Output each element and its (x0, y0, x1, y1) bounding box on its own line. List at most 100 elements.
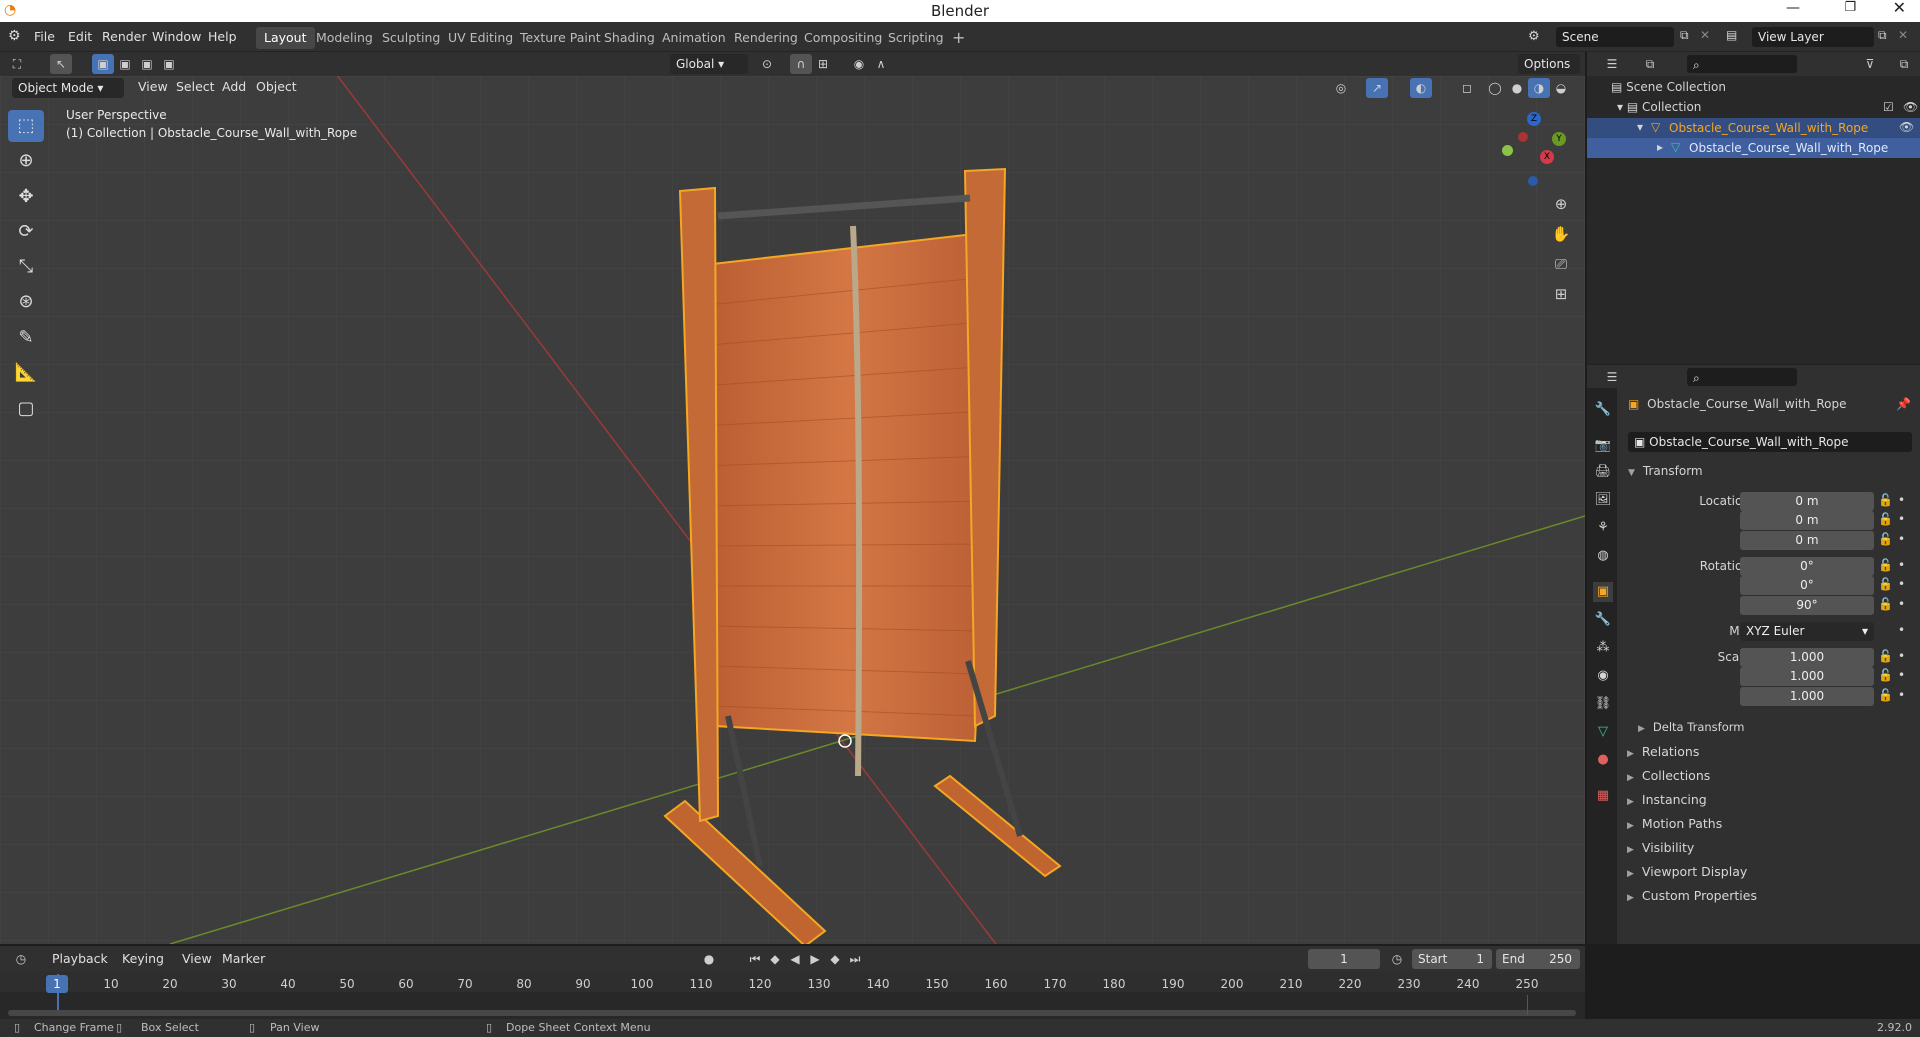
x-axis-handle[interactable]: X (1540, 150, 1554, 164)
tool-tab-icon[interactable]: 🔧 (1593, 400, 1613, 420)
select-box-tool-icon[interactable]: ⬚ (8, 110, 44, 142)
scene-selector[interactable]: Scene (1556, 27, 1674, 47)
camera-icon[interactable]: ⎚ (1550, 254, 1572, 274)
expand-arrow-icon[interactable]: ▸ (1657, 140, 1663, 154)
jump-end-icon[interactable]: ⏭ (844, 949, 866, 969)
panel-collections[interactable]: ▶ Collections (1627, 768, 1710, 783)
location-y-field[interactable]: 0 m (1740, 511, 1874, 530)
keyframe-dot-icon[interactable]: • (1898, 668, 1905, 682)
tab-sculpting[interactable]: Sculpting (374, 27, 448, 49)
rotation-y-field[interactable]: 0° (1740, 576, 1874, 595)
tab-compositing[interactable]: Compositing (796, 27, 890, 49)
object-name-field[interactable]: ▣ Obstacle_Course_Wall_with_Rope (1628, 432, 1912, 452)
play-icon[interactable]: ▶ (804, 949, 826, 969)
world-tab-icon[interactable]: ◍ (1593, 546, 1613, 566)
gizmo-toggle-icon[interactable]: ↗ (1366, 78, 1388, 98)
timeline-menu-keying[interactable]: Keying (116, 946, 170, 972)
panel-relations[interactable]: ▶ Relations (1627, 744, 1699, 759)
menu-help[interactable]: Help (202, 22, 243, 52)
object-eye-icon[interactable]: 👁 (1899, 120, 1914, 134)
scale-x-field[interactable]: 1.000 (1740, 648, 1874, 667)
render-tab-icon[interactable]: 📷 (1593, 436, 1613, 456)
tab-scripting[interactable]: Scripting (880, 27, 952, 49)
z-axis-handle[interactable]: Z (1527, 112, 1541, 126)
xray-icon[interactable]: ◻ (1456, 78, 1478, 98)
viewport-menu-view[interactable]: View (132, 76, 174, 98)
add-cube-tool-icon[interactable]: ▢ (8, 393, 44, 425)
select-tool-icon[interactable]: ↖ (50, 54, 72, 74)
panel-instancing[interactable]: ▶ Instancing (1627, 792, 1707, 807)
tab-uv-editing[interactable]: UV Editing (440, 27, 521, 49)
lock-icon[interactable]: 🔓 (1878, 649, 1893, 663)
neg-x-handle[interactable] (1518, 132, 1528, 142)
end-frame-field[interactable]: End 250 (1496, 949, 1580, 969)
keyframe-dot-icon[interactable]: • (1898, 532, 1905, 546)
lock-icon[interactable]: 🔓 (1878, 532, 1893, 546)
next-keyframe-icon[interactable]: ◆ (824, 949, 846, 969)
rotate-tool-icon[interactable]: ⟳ (8, 216, 44, 248)
tab-texture-paint[interactable]: Texture Paint (512, 27, 609, 49)
neg-y-handle[interactable] (1502, 145, 1513, 156)
panel-viewport-display[interactable]: ▶ Viewport Display (1627, 864, 1747, 879)
keyframe-dot-icon[interactable]: • (1898, 577, 1905, 591)
current-frame-field[interactable]: 1 (1308, 949, 1380, 969)
overlay-toggle-icon[interactable]: ◐ (1410, 78, 1432, 98)
lock-icon[interactable]: 🔓 (1878, 512, 1893, 526)
constraints-tab-icon[interactable]: ⛓ (1593, 694, 1613, 714)
keyframe-dot-icon[interactable]: • (1898, 688, 1905, 702)
panel-motion-paths[interactable]: ▶ Motion Paths (1627, 816, 1722, 831)
location-z-field[interactable]: 0 m (1740, 531, 1874, 550)
blender-menu-icon[interactable]: ⚙ (8, 28, 21, 44)
viewport-menu-add[interactable]: Add (216, 76, 252, 98)
menu-window[interactable]: Window (146, 22, 207, 52)
timeline-menu-view[interactable]: View (176, 946, 218, 972)
viewport-menu-object[interactable]: Object (250, 76, 303, 98)
snap-target-icon[interactable]: ⊞ (812, 54, 834, 74)
properties-search-input[interactable]: ⌕ (1687, 368, 1797, 386)
menu-file[interactable]: File (28, 22, 61, 52)
outliner-editor-icon[interactable]: ☰ (1601, 54, 1623, 74)
outliner-row-object[interactable]: ▾ ▽ Obstacle_Course_Wall_with_Rope 👁 (1587, 118, 1920, 138)
transform-panel-header[interactable]: ▼ Transform (1628, 464, 1703, 478)
wireframe-shading-icon[interactable]: ◯ (1484, 78, 1506, 98)
outliner-row-scene-collection[interactable]: ▤ Scene Collection (1611, 80, 1726, 94)
scene-icon[interactable]: ⚙ (1528, 29, 1540, 44)
viewport-menu-select[interactable]: Select (170, 76, 221, 98)
material-shading-icon[interactable]: ◑ (1528, 78, 1550, 98)
transform-tool-icon[interactable]: ⊛ (8, 286, 44, 318)
timeline-editor-icon[interactable]: ◷ (10, 949, 32, 969)
ortho-grid-icon[interactable]: ⊞ (1550, 284, 1572, 304)
exclude-checkbox[interactable]: ☑ (1883, 100, 1894, 114)
timeline-menu-playback[interactable]: Playback (46, 946, 114, 972)
lock-icon[interactable]: 🔓 (1878, 493, 1893, 507)
rotation-x-field[interactable]: 0° (1740, 557, 1874, 576)
minimize-icon[interactable]: — (1786, 0, 1800, 16)
pivot-icon[interactable]: ⊙ (756, 54, 778, 74)
navigation-gizmo[interactable]: Z Y X (1500, 112, 1576, 188)
close-icon[interactable]: ✕ (1893, 0, 1906, 17)
object-tab-icon[interactable]: ▣ (1593, 582, 1613, 602)
panel-visibility[interactable]: ▶ Visibility (1627, 840, 1694, 855)
scale-tool-icon[interactable]: ⤡ (8, 251, 44, 283)
outliner-row-collection[interactable]: ▾ ▤ Collection ☑ 👁 (1617, 100, 1918, 114)
outliner-row-mesh[interactable]: ▸ ▽ Obstacle_Course_Wall_with_Rope (1587, 138, 1920, 158)
tab-modeling[interactable]: Modeling (308, 27, 381, 49)
timeline-scrollbar[interactable] (8, 1010, 1576, 1016)
new-view-layer-icon[interactable]: ⧉ (1878, 28, 1887, 43)
editor-type-icon[interactable]: ⛶ (6, 54, 28, 74)
outliner-search-input[interactable]: ⌕ (1687, 55, 1797, 73)
material-tab-icon[interactable]: ● (1593, 750, 1613, 770)
object-mode-dropdown[interactable]: Object Mode ▾ (12, 78, 124, 98)
add-workspace-icon[interactable]: + (944, 27, 973, 49)
tab-rendering[interactable]: Rendering (726, 27, 806, 49)
select-mode-subtract-icon[interactable]: ▣ (136, 54, 158, 74)
scale-z-field[interactable]: 1.000 (1740, 687, 1874, 706)
lock-icon[interactable]: 🔓 (1878, 577, 1893, 591)
delete-view-layer-icon[interactable]: ✕ (1898, 28, 1908, 42)
lock-icon[interactable]: 🔓 (1878, 597, 1893, 611)
zoom-icon[interactable]: ⊕ (1550, 194, 1572, 214)
keyframe-dot-icon[interactable]: • (1898, 493, 1905, 507)
keyframe-dot-icon[interactable]: • (1898, 649, 1905, 663)
solid-shading-icon[interactable]: ● (1506, 78, 1528, 98)
rotation-z-field[interactable]: 90° (1740, 596, 1874, 615)
